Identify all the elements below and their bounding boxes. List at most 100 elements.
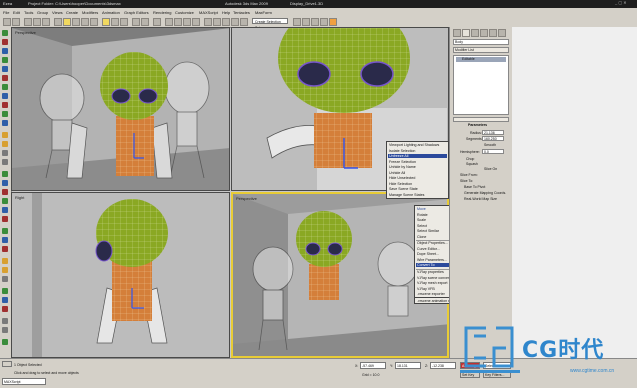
biped-icon[interactable] xyxy=(2,267,8,273)
quad-item-vray-scene-converter[interactable]: V-Ray scene converter xyxy=(417,276,453,280)
hemisphere-input[interactable]: 0.0 xyxy=(482,149,504,154)
menu-modifiers[interactable]: Modifiers xyxy=(82,10,98,15)
generate-mapping-coords[interactable]: Generate Mapping Coords. xyxy=(464,191,506,195)
create-pyramid-icon[interactable] xyxy=(2,111,8,117)
quad-item-dope-sheet[interactable]: Dope Sheet... xyxy=(417,252,439,256)
menu-maxform[interactable]: MaxForm xyxy=(255,10,272,15)
particle-icon[interactable] xyxy=(2,276,8,282)
create-torus-icon[interactable] xyxy=(2,66,8,72)
quad-item-isolate[interactable]: Isolate Selection xyxy=(389,149,415,153)
chop-option[interactable]: Chop xyxy=(466,157,474,161)
reactor-icon[interactable] xyxy=(2,306,8,312)
menu-tools[interactable]: Tools xyxy=(24,10,33,15)
create-tab-icon[interactable] xyxy=(453,29,461,37)
create-light-icon[interactable] xyxy=(2,132,8,138)
scale-icon[interactable] xyxy=(120,18,128,26)
link-icon[interactable] xyxy=(24,18,32,26)
utilities-icon[interactable] xyxy=(2,327,8,333)
create-camera-icon[interactable] xyxy=(2,141,8,147)
stack-item-editable[interactable]: Editable xyxy=(456,57,506,62)
viewport-label[interactable]: Right xyxy=(15,195,24,200)
curve-editor-icon[interactable] xyxy=(240,18,248,26)
uvw-map-icon[interactable] xyxy=(2,228,8,234)
object-name-field[interactable]: Body xyxy=(453,39,509,45)
create-teapot-icon[interactable] xyxy=(2,75,8,81)
quad-item-hide-unselected[interactable]: Hide Unselected xyxy=(389,176,415,180)
modify-tab-icon[interactable] xyxy=(462,29,470,37)
motion-tab-icon[interactable] xyxy=(480,29,488,37)
quad-item-vrscene-exporter[interactable]: .vrscene exporter xyxy=(417,292,445,296)
maxscript-listener[interactable]: MAXScript xyxy=(2,378,46,385)
create-helper-icon[interactable] xyxy=(2,150,8,156)
menu-file[interactable]: File xyxy=(3,10,9,15)
quad-item-manage-scene-states[interactable]: Manage Scene States xyxy=(389,193,424,197)
modify-noise-icon[interactable] xyxy=(2,198,8,204)
skin-icon[interactable] xyxy=(2,246,8,252)
menu-views[interactable]: Views xyxy=(52,10,63,15)
utilities-tab-icon[interactable] xyxy=(498,29,506,37)
menu-create[interactable]: Create xyxy=(66,10,78,15)
radius-input[interactable]: 21.136 xyxy=(482,130,504,135)
hierarchy-tab-icon[interactable] xyxy=(471,29,479,37)
plugin-icon[interactable] xyxy=(2,339,8,345)
modify-meshsmooth-icon[interactable] xyxy=(2,216,8,222)
menu-help[interactable]: Help xyxy=(222,10,230,15)
quad-item-vray-mesh-export[interactable]: V-Ray mesh export xyxy=(417,281,448,285)
select-by-name-icon[interactable] xyxy=(72,18,80,26)
quad-item-select-similar[interactable]: Select Similar xyxy=(417,229,439,233)
quad-item-vray-properties[interactable]: V-Ray properties xyxy=(417,270,444,274)
viewport-bottom-left[interactable]: Right xyxy=(11,192,230,358)
quad-item-select[interactable]: Select xyxy=(417,224,427,228)
percent-snap-icon[interactable] xyxy=(183,18,191,26)
render-icon[interactable] xyxy=(2,288,8,294)
slice-on-checkbox[interactable]: Slice On xyxy=(484,167,497,171)
window-crossing-icon[interactable] xyxy=(90,18,98,26)
menu-rendering[interactable]: Rendering xyxy=(153,10,171,15)
create-box-icon[interactable] xyxy=(2,39,8,45)
menu-tentacles[interactable]: Tentacles xyxy=(233,10,250,15)
segments-input[interactable]: 160.250 xyxy=(482,136,504,141)
graphite-tool-icon[interactable] xyxy=(2,30,8,36)
quad-item-move[interactable]: Move xyxy=(417,207,426,211)
rotate-icon[interactable] xyxy=(111,18,119,26)
y-coordinate[interactable]: 18.131 xyxy=(395,362,421,369)
reference-coord-icon[interactable] xyxy=(132,18,140,26)
modify-twist-icon[interactable] xyxy=(2,180,8,186)
bind-space-warp-icon[interactable] xyxy=(42,18,50,26)
modifier-list-dropdown[interactable]: Modifier List xyxy=(453,47,509,53)
parameters-rollout-title[interactable]: Parameters xyxy=(468,123,487,127)
pivot-center-icon[interactable] xyxy=(141,18,149,26)
align-icon[interactable] xyxy=(222,18,230,26)
redo-icon[interactable] xyxy=(12,18,20,26)
selection-filter-icon[interactable] xyxy=(54,18,62,26)
scripts-icon[interactable] xyxy=(2,318,8,324)
menu-edit[interactable]: Edit xyxy=(13,10,20,15)
create-plane-icon[interactable] xyxy=(2,120,8,126)
script-listener-toggle[interactable] xyxy=(2,361,12,367)
move-icon[interactable] xyxy=(102,18,110,26)
viewport-top-left[interactable]: Perspective xyxy=(11,27,230,191)
quad-item-clone[interactable]: Clone xyxy=(417,235,426,239)
modify-taper-icon[interactable] xyxy=(2,189,8,195)
quad-item-viewport-lighting[interactable]: Viewport Lighting and Shadows xyxy=(389,143,439,147)
quick-render-icon[interactable] xyxy=(329,18,337,26)
quad-item-curve-editor[interactable]: Curve Editor... xyxy=(417,247,440,251)
manipulate-icon[interactable] xyxy=(153,18,161,26)
schematic-view-icon[interactable] xyxy=(293,18,301,26)
squash-option[interactable]: Squash xyxy=(466,162,478,166)
z-coordinate[interactable]: -12.238 xyxy=(430,362,456,369)
render-setup-icon[interactable] xyxy=(311,18,319,26)
select-object-icon[interactable] xyxy=(63,18,71,26)
named-selection-icon[interactable] xyxy=(204,18,212,26)
menu-customize[interactable]: Customize xyxy=(175,10,194,15)
quad-item-unhide-all[interactable]: Unhide All xyxy=(389,171,405,175)
quad-item-scale[interactable]: Scale xyxy=(417,218,426,222)
menu-group[interactable]: Group xyxy=(37,10,48,15)
selection-set-dropdown[interactable]: Create Selection Set xyxy=(252,18,288,30)
space-warp-icon[interactable] xyxy=(2,159,8,165)
display-tab-icon[interactable] xyxy=(489,29,497,37)
create-geosphere-icon[interactable] xyxy=(2,93,8,99)
unwrap-uvw-icon[interactable] xyxy=(2,237,8,243)
create-cylinder-icon[interactable] xyxy=(2,57,8,63)
snap-toggle-icon[interactable] xyxy=(165,18,173,26)
